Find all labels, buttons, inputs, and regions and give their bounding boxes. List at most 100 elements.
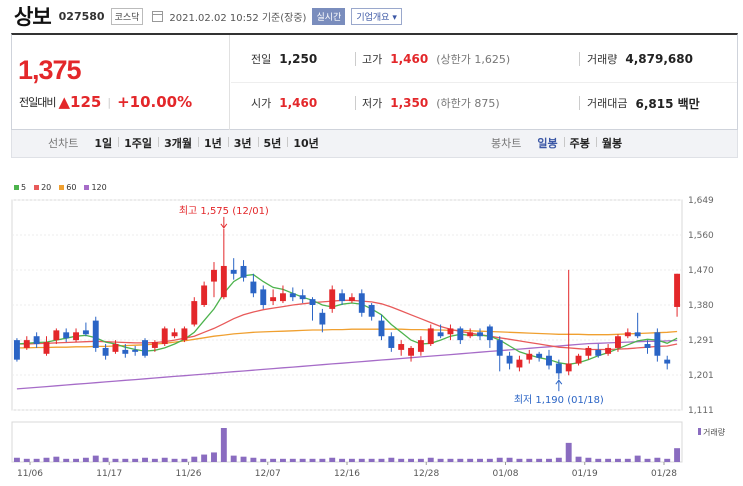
volume-bar bbox=[358, 458, 365, 462]
x-tick-label: 12/07 bbox=[255, 469, 281, 479]
volume-bar bbox=[319, 458, 326, 462]
volume: 거래량 4,879,680 bbox=[587, 49, 693, 69]
volume-bar bbox=[142, 457, 148, 462]
tab-3y[interactable]: 3년 bbox=[227, 135, 258, 151]
candle-body bbox=[536, 353, 543, 358]
candle-chart-label: 봉차트 bbox=[491, 137, 522, 150]
candle-body bbox=[378, 320, 385, 337]
low-label: 저가 bbox=[362, 97, 383, 110]
candle-body bbox=[319, 312, 326, 325]
tab-1y[interactable]: 1년 bbox=[197, 135, 228, 151]
company-overview-button[interactable]: 기업개요 ▾ bbox=[351, 7, 402, 25]
prev-close-value: 1,250 bbox=[279, 52, 318, 66]
candle-body bbox=[13, 340, 20, 360]
volume-bar bbox=[151, 458, 158, 462]
volume-bar bbox=[23, 458, 30, 462]
volume-bar bbox=[102, 457, 109, 462]
open-value: 1,460 bbox=[279, 96, 318, 110]
line-chart-tabs: 선차트 1일 1주일 3개월 1년 3년 5년 10년 bbox=[48, 130, 325, 156]
tab-daily[interactable]: 일봉 bbox=[531, 135, 563, 151]
volume-bar bbox=[181, 458, 188, 462]
x-tick-label: 12/28 bbox=[413, 469, 439, 479]
candle-body bbox=[408, 347, 414, 356]
tab-3m[interactable]: 3개월 bbox=[158, 135, 198, 151]
candle-body bbox=[437, 332, 444, 337]
stock-code: 027580 bbox=[58, 9, 105, 23]
volume-bar bbox=[240, 456, 247, 462]
candle-body bbox=[506, 355, 513, 364]
candle-body bbox=[230, 269, 237, 274]
candle-body bbox=[664, 359, 671, 364]
volume-bar bbox=[526, 458, 533, 462]
current-price: 1,375 bbox=[18, 55, 82, 85]
y-tick-label: 1,201 bbox=[688, 371, 714, 381]
volume-bar bbox=[92, 455, 99, 462]
tab-1w[interactable]: 1주일 bbox=[118, 135, 158, 151]
change-label: 전일대비 bbox=[19, 96, 56, 109]
quote-info: 전일 1,250 고가 1,460 (상한가 1,625) 거래량 4,879,… bbox=[231, 35, 737, 130]
volume-bar bbox=[43, 457, 50, 462]
volume-bar bbox=[457, 458, 464, 462]
candle-body bbox=[605, 347, 612, 354]
candle-body bbox=[43, 342, 50, 354]
tab-1d[interactable]: 1일 bbox=[88, 135, 118, 151]
volume-bar bbox=[230, 455, 237, 462]
candle-body bbox=[555, 363, 562, 374]
open-label: 시가 bbox=[251, 97, 272, 110]
change-amount: ▲125 bbox=[58, 93, 102, 111]
candle-body bbox=[270, 297, 277, 302]
candle-body bbox=[477, 332, 483, 337]
candle-body bbox=[624, 332, 631, 337]
volume-bar bbox=[339, 458, 346, 462]
amount-label: 거래대금 bbox=[587, 97, 628, 110]
candle-body bbox=[289, 293, 296, 298]
candle-body bbox=[73, 332, 79, 341]
volume-bar bbox=[674, 448, 681, 462]
tab-monthly[interactable]: 월봉 bbox=[595, 135, 628, 151]
volume-bar bbox=[378, 458, 385, 462]
volume-bar bbox=[82, 457, 89, 462]
x-tick-label: 01/08 bbox=[493, 469, 519, 479]
candle-body bbox=[615, 336, 621, 348]
candle-body bbox=[280, 293, 286, 302]
volume-bar bbox=[270, 458, 277, 462]
divider bbox=[355, 52, 356, 66]
candle-body bbox=[467, 332, 474, 337]
company-overview-label: 기업개요 bbox=[356, 12, 390, 23]
volume-bar bbox=[654, 457, 661, 462]
line-chart-label: 선차트 bbox=[48, 137, 79, 150]
volume-bar bbox=[595, 458, 602, 462]
divider: | bbox=[107, 95, 112, 109]
candle-body bbox=[526, 353, 533, 360]
candle-body bbox=[358, 293, 365, 313]
tab-weekly[interactable]: 주봉 bbox=[563, 135, 596, 151]
tab-5y[interactable]: 5년 bbox=[257, 135, 288, 151]
candle-body bbox=[63, 332, 70, 339]
tab-10y[interactable]: 10년 bbox=[287, 135, 324, 151]
volume-bar bbox=[555, 457, 562, 462]
max-annotation: 최고 1,575 (12/01) bbox=[179, 205, 269, 217]
candle-body bbox=[674, 273, 681, 307]
volume-bar bbox=[260, 458, 267, 462]
stock-name: 상보 bbox=[14, 5, 52, 29]
candle-body bbox=[240, 265, 247, 278]
market-badge: 코스닥 bbox=[110, 7, 144, 25]
candle-body bbox=[220, 265, 227, 298]
volume-bar bbox=[477, 458, 483, 462]
volume-bar bbox=[171, 458, 178, 462]
volume-bar bbox=[634, 455, 641, 462]
candle-body bbox=[417, 340, 424, 352]
volume-bar bbox=[299, 458, 306, 462]
volume-bar bbox=[132, 458, 139, 462]
open-price: 시가 1,460 bbox=[251, 93, 317, 113]
candle-body bbox=[132, 349, 139, 352]
volume-bar bbox=[280, 458, 286, 462]
candlestick-chart[interactable]: 1,649 1,560 1,470 1,380 1,291 1,201 1,111 11/06… bbox=[0, 190, 743, 486]
upper-limit: (상한가 1,625) bbox=[436, 53, 511, 66]
realtime-badge[interactable]: 실시간 bbox=[312, 7, 346, 25]
divider bbox=[355, 96, 356, 110]
x-tick-label: 01/19 bbox=[572, 469, 598, 479]
candle-body bbox=[447, 328, 454, 335]
price-box: 1,375 전일대비 ▲125 | +10.00% bbox=[12, 35, 230, 130]
candle-chart-tabs: 봉차트 일봉 주봉 월봉 bbox=[491, 130, 628, 156]
